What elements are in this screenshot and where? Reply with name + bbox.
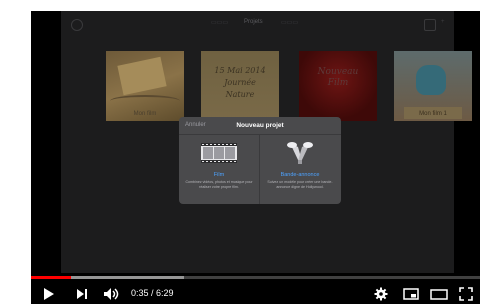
film-description: Combinez vidéos, photos et musique pour …: [185, 180, 253, 189]
tab-video: ▭▭▭: [211, 20, 229, 26]
project-thumbnail: Nouveau Film: [299, 51, 377, 121]
time-display: 0:35 / 6:29: [131, 288, 174, 298]
project-thumbnail: Mon film 1: [394, 51, 472, 121]
time-total: 6:29: [156, 288, 174, 298]
thumbnail-line: Nature: [225, 90, 255, 99]
thumbnail-title: Nouveau Film: [299, 67, 377, 89]
thumbnail-art: [117, 56, 167, 96]
play-icon[interactable]: [43, 287, 55, 301]
time-current: 0:35: [131, 288, 149, 298]
project-thumbnail: 15 Mai 2014 Journée Nature: [201, 51, 279, 121]
dialog-title: Nouveau projet: [236, 122, 284, 129]
settings-icon: [71, 19, 83, 31]
film-option: Film Combinez vidéos, photos et musique …: [179, 135, 260, 204]
spotlights-icon: [287, 142, 313, 164]
tab-projects: Projets: [244, 19, 263, 25]
thumbnail-line: Nouveau: [317, 67, 359, 77]
ipad-top-bar: ▭▭▭ Projets ▭▭▭ +: [61, 11, 454, 37]
next-icon[interactable]: [76, 287, 88, 301]
trailer-option: Bande-annonce Suivez un modèle pour crée…: [260, 135, 340, 204]
filmstrip-icon: [201, 143, 237, 163]
progress-bar[interactable]: [31, 276, 480, 279]
film-label: Film: [213, 172, 225, 178]
miniplayer-icon[interactable]: [403, 287, 419, 301]
video-player[interactable]: ▭▭▭ Projets ▭▭▭ + Mon film 15 Mai 2014 J…: [31, 11, 480, 304]
share-icon: [424, 19, 436, 31]
progress-played: [31, 276, 72, 279]
thumbnail-art: [110, 95, 180, 107]
trailer-label: Bande-annonce: [280, 172, 320, 178]
thumbnail-line: Journée: [224, 78, 256, 87]
thumbnail-title: 15 Mai 2014 Journée Nature: [201, 65, 279, 101]
fullscreen-icon[interactable]: [459, 287, 473, 301]
theater-icon[interactable]: [430, 287, 448, 301]
tab-theater: ▭▭▭: [281, 20, 299, 26]
thumbnail-line: Film: [327, 78, 349, 88]
add-icon: +: [441, 19, 445, 25]
gear-icon[interactable]: [374, 287, 388, 301]
time-separator: /: [148, 288, 157, 298]
trailer-description: Suivez un modèle pour créer une bande-an…: [267, 180, 333, 189]
volume-icon[interactable]: [103, 287, 121, 301]
thumbnail-label: Mon film 1: [419, 111, 447, 117]
thumbnail-line: 15 Mai 2014: [214, 66, 266, 75]
project-thumbnail: Mon film: [106, 51, 184, 121]
new-project-dialog: Annuler Nouveau projet Film Combinez vid…: [179, 117, 341, 204]
dialog-header: Annuler Nouveau projet: [179, 117, 341, 135]
thumbnail-art: [416, 65, 446, 95]
thumbnail-label: Mon film: [133, 111, 157, 117]
